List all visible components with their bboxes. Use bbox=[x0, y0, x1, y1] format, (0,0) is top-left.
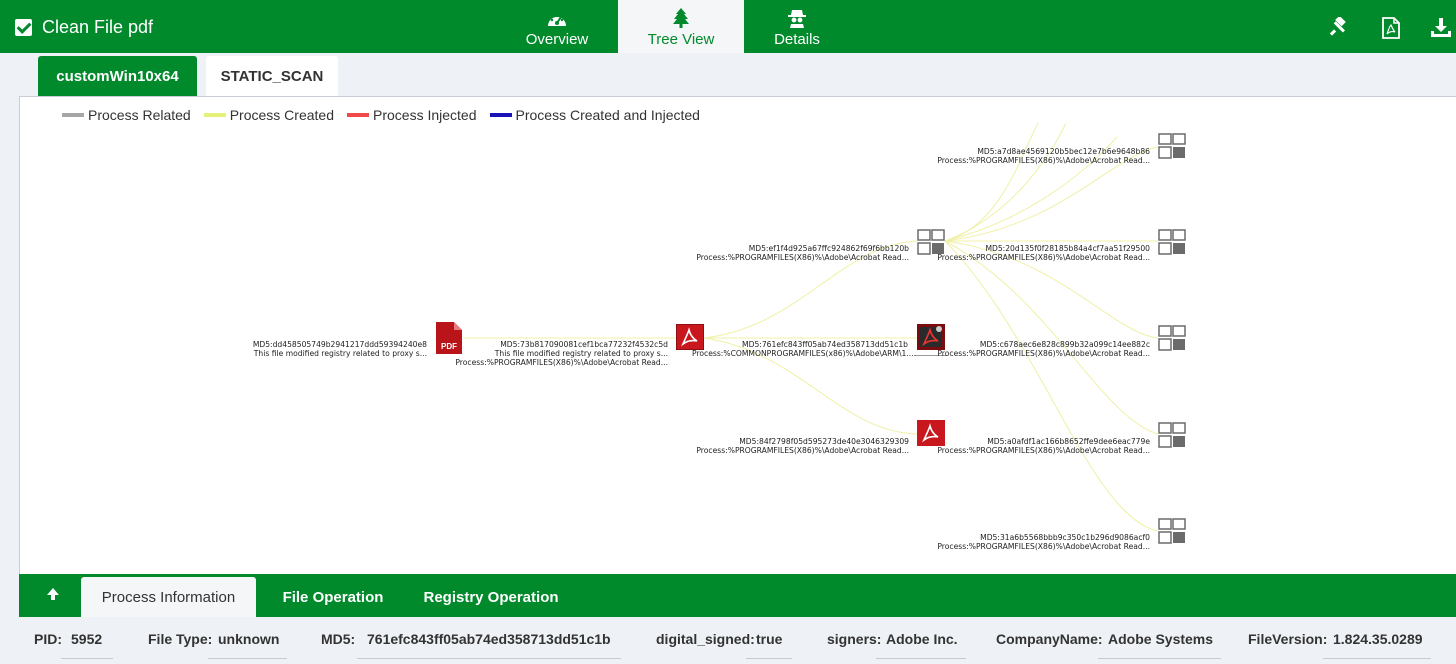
tab-overview-label: Overview bbox=[525, 31, 589, 48]
node-process-path: Process:%PROGRAMFILES(X86)%\Adobe\Acroba… bbox=[696, 253, 909, 262]
env-tab-static-scan[interactable]: STATIC_SCAN bbox=[206, 56, 338, 96]
file-version-value: 1.824.35.0289 bbox=[1323, 631, 1431, 659]
top-bar: Clean File pdf Overview Tree View Detail… bbox=[0, 0, 1456, 53]
node-md5: MD5:73b817090081cef1bca77232f4532c5d bbox=[500, 340, 668, 349]
signers-value: Adobe Inc. bbox=[876, 631, 966, 659]
node-process-path: Process:%PROGRAMFILES(X86)%\Adobe\Acroba… bbox=[696, 446, 909, 455]
company-name-value: Adobe Systems bbox=[1098, 631, 1222, 659]
dashboard-icon bbox=[548, 13, 566, 26]
signers-label: signers: bbox=[827, 631, 882, 647]
arrow-up-icon[interactable] bbox=[45, 586, 61, 602]
env-tab-customwin10x64[interactable]: customWin10x64 bbox=[38, 56, 197, 96]
node-process-path: Process:%PROGRAMFILES(X86)%\Adobe\Acroba… bbox=[937, 446, 1150, 455]
file-type-value: unknown bbox=[208, 631, 288, 659]
tree-icon bbox=[673, 8, 689, 28]
tab-overview[interactable]: Overview bbox=[506, 0, 608, 53]
node-md5: MD5:31a6b5568bbb9c350c1b296d9086acf0 bbox=[980, 533, 1150, 542]
pdf-file-icon[interactable] bbox=[1380, 17, 1402, 39]
node-label: MD5:31a6b5568bbb9c350c1b296d9086acf0 Pro… bbox=[937, 533, 1150, 551]
tree-edge bbox=[944, 122, 1039, 242]
node-md5: MD5:dd458505749b2941217ddd59394240e8 bbox=[252, 340, 427, 349]
pid-value: 5952 bbox=[61, 631, 113, 659]
md5-label: MD5: bbox=[321, 631, 356, 647]
process-grid-icon[interactable] bbox=[1158, 422, 1186, 448]
node-detail: This file modified registry related to p… bbox=[253, 349, 427, 358]
node-process-path: Process:%PROGRAMFILES(X86)%\Adobe\Acroba… bbox=[937, 349, 1150, 358]
detail-tab-bar: Process Information File Operation Regis… bbox=[19, 574, 1456, 617]
download-icon[interactable] bbox=[1430, 17, 1452, 39]
node-label: MD5:a0afdf1ac166b8652ffe9dee6eac779e Pro… bbox=[937, 437, 1150, 455]
node-md5: MD5:20d135f0f28185b84a4cf7aa51f29500 bbox=[985, 244, 1150, 253]
node-process-path: Process:%PROGRAMFILES(X86)%\Adobe\Acroba… bbox=[455, 358, 668, 367]
tab-process-information[interactable]: Process Information bbox=[81, 577, 256, 617]
app-title-text: Clean File pdf bbox=[42, 16, 154, 37]
node-process-path: Process:%PROGRAMFILES(X86)%\Adobe\Acroba… bbox=[937, 156, 1150, 165]
node-md5: MD5:761efc843ff05ab74ed358713dd51c1b bbox=[742, 340, 908, 349]
node-md5: MD5:c678aec6e828c899b32a099c14ee882c bbox=[979, 340, 1150, 349]
node-label: MD5:84f2798f05d595273de40e3046329309 Pro… bbox=[696, 437, 909, 455]
node-process-path: Process:%PROGRAMFILES(X86)%\Adobe\Acroba… bbox=[937, 542, 1150, 551]
node-label: MD5:761efc843ff05ab74ed358713dd51c1b Pro… bbox=[692, 340, 917, 358]
file-type-label: File Type: bbox=[148, 631, 213, 647]
node-label: MD5:ef1f4d925a67ffc924862f69f6bb120b Pro… bbox=[696, 244, 909, 262]
node-label: MD5:dd458505749b2941217ddd59394240e8 Thi… bbox=[253, 340, 427, 358]
tree-edges bbox=[463, 122, 1159, 532]
tree-edge bbox=[944, 240, 1159, 435]
spy-icon bbox=[788, 10, 806, 28]
gavel-icon[interactable] bbox=[1328, 17, 1350, 39]
digital-signed-value: true bbox=[746, 631, 792, 659]
process-grid-icon[interactable] bbox=[1158, 518, 1186, 544]
process-info-row: PID: 5952 File Type: unknown MD5: 761efc… bbox=[19, 617, 1456, 664]
process-grid-icon[interactable] bbox=[1158, 133, 1186, 159]
file-version-label: FileVersion: bbox=[1248, 631, 1328, 647]
checkbox-icon[interactable] bbox=[15, 18, 32, 36]
node-md5: MD5:a0afdf1ac166b8652ffe9dee6eac779e bbox=[987, 437, 1150, 446]
tab-registry-operation[interactable]: Registry Operation bbox=[410, 577, 572, 617]
node-md5: MD5:a7d8ae4569120b5bec12e7b6e9648b86 bbox=[977, 147, 1150, 156]
node-label: MD5:73b817090081cef1bca77232f4532c5d Thi… bbox=[455, 340, 668, 367]
node-md5: MD5:84f2798f05d595273de40e3046329309 bbox=[739, 437, 909, 446]
md5-value: 761efc843ff05ab74ed358713dd51c1b bbox=[357, 631, 621, 659]
tab-file-operation[interactable]: File Operation bbox=[266, 577, 400, 617]
tab-tree-view[interactable]: Tree View bbox=[618, 0, 744, 53]
process-tree-panel: Process Related Process Created Process … bbox=[19, 96, 1456, 574]
tab-details-label: Details bbox=[774, 31, 820, 48]
node-process-path: Process:%PROGRAMFILES(X86)%\Adobe\Acroba… bbox=[937, 253, 1150, 262]
pid-label: PID: bbox=[34, 631, 62, 647]
tab-tree-view-label: Tree View bbox=[647, 31, 715, 48]
tab-details[interactable]: Details bbox=[754, 0, 840, 53]
node-label: MD5:c678aec6e828c899b32a099c14ee882c Pro… bbox=[937, 340, 1150, 358]
app-title: Clean File pdf bbox=[15, 15, 153, 39]
process-grid-icon[interactable] bbox=[1158, 229, 1186, 255]
tree-edge bbox=[944, 122, 1067, 242]
node-label: MD5:20d135f0f28185b84a4cf7aa51f29500 Pro… bbox=[937, 244, 1150, 262]
tree-edge bbox=[944, 240, 1159, 532]
node-label: MD5:a7d8ae4569120b5bec12e7b6e9648b86 Pro… bbox=[937, 147, 1150, 165]
company-name-label: CompanyName: bbox=[996, 631, 1103, 647]
node-process-path: Process:%COMMONPROGRAMFILES(x86)%\Adobe\… bbox=[692, 349, 917, 358]
node-detail: This file modified registry related to p… bbox=[494, 349, 668, 358]
process-grid-icon[interactable] bbox=[1158, 325, 1186, 351]
digital-signed-label: digital_signed: bbox=[656, 631, 755, 647]
node-md5: MD5:ef1f4d925a67ffc924862f69f6bb120b bbox=[748, 244, 909, 253]
